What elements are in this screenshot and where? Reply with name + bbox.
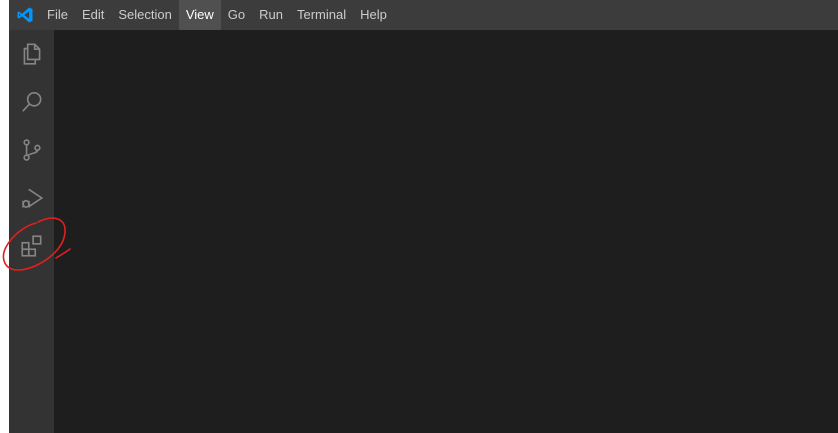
menu-go[interactable]: Go — [221, 0, 252, 30]
search-icon — [21, 91, 41, 112]
activity-item-run-debug[interactable] — [9, 174, 54, 222]
vscode-window: File Edit Selection View Go Run Terminal… — [9, 0, 838, 433]
extensions-icon — [20, 235, 41, 257]
menu-edit[interactable]: Edit — [75, 0, 111, 30]
menu-help[interactable]: Help — [353, 0, 394, 30]
activity-item-source-control[interactable] — [9, 126, 54, 174]
menu-file[interactable]: File — [40, 0, 75, 30]
source-control-icon — [22, 139, 41, 161]
activity-bar — [9, 30, 54, 433]
activity-item-extensions[interactable] — [9, 222, 54, 270]
activity-item-explorer[interactable] — [9, 30, 54, 78]
menu-selection[interactable]: Selection — [111, 0, 178, 30]
menu-terminal[interactable]: Terminal — [290, 0, 353, 30]
editor-area[interactable] — [54, 30, 838, 433]
menu-view[interactable]: View — [178, 0, 221, 30]
vscode-logo-icon — [9, 0, 40, 30]
explorer-icon — [23, 43, 40, 65]
title-bar: File Edit Selection View Go Run Terminal… — [9, 0, 838, 30]
run-debug-icon — [21, 188, 43, 209]
activity-item-search[interactable] — [9, 78, 54, 126]
menu-run[interactable]: Run — [252, 0, 290, 30]
menu-bar: File Edit Selection View Go Run Terminal… — [40, 0, 394, 30]
